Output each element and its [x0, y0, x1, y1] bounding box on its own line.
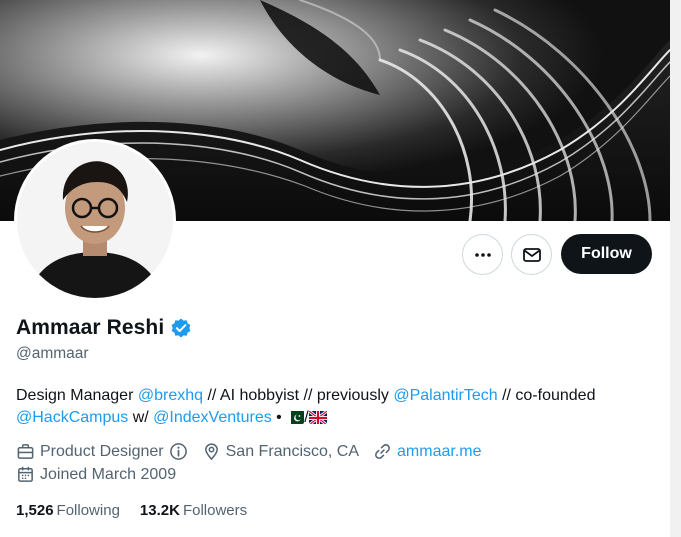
message-button[interactable]	[511, 234, 552, 275]
profile-meta-joined: Joined March 2009	[16, 465, 190, 484]
followers-count: 13.2K	[139, 502, 180, 519]
following-label: Following	[56, 502, 120, 519]
following-count: 1,526	[16, 502, 54, 519]
pakistan-flag-icon	[286, 410, 305, 424]
calendar-icon	[18, 466, 33, 482]
envelope-icon	[522, 247, 541, 262]
follow-stats: 1,526 Following 13.2K Followers	[16, 502, 267, 519]
avatar[interactable]	[17, 142, 173, 298]
scrollbar[interactable]	[670, 0, 681, 537]
more-dots-icon	[474, 252, 491, 257]
website-item[interactable]: ammaar.me	[373, 442, 481, 461]
follow-button[interactable]: Follow	[561, 234, 652, 274]
location-label: San Francisco, CA	[225, 442, 360, 460]
followers-link[interactable]: 13.2K Followers	[140, 502, 247, 519]
mention-link[interactable]: @HackCampus	[16, 409, 128, 426]
mention-link[interactable]: @IndexVentures	[153, 409, 272, 426]
mention-link[interactable]: @PalantirTech	[393, 387, 497, 404]
verified-badge-icon[interactable]	[170, 317, 192, 339]
profession-label: Product Designer	[40, 442, 164, 460]
bio-text: Design Manager	[16, 387, 138, 404]
location-pin-icon	[204, 443, 218, 461]
uk-flag-icon	[308, 410, 327, 424]
bio-text: // co-founded	[497, 387, 596, 404]
joined-item: Joined March 2009	[16, 465, 176, 484]
briefcase-icon	[17, 444, 34, 459]
more-options-button[interactable]	[462, 234, 503, 275]
following-link[interactable]: 1,526 Following	[16, 502, 120, 519]
user-handle: @ammaar	[16, 345, 89, 362]
link-icon	[375, 444, 390, 459]
display-name: Ammaar Reshi	[16, 316, 165, 339]
mention-link[interactable]: @brexhq	[138, 387, 203, 404]
bio-text: •	[271, 409, 287, 426]
profile-meta: Product Designer San Francisco, CA ammaa…	[16, 442, 495, 461]
location-item: San Francisco, CA	[202, 442, 359, 461]
profession-item: Product Designer	[16, 442, 188, 461]
website-link[interactable]: ammaar.me	[397, 443, 481, 461]
joined-label: Joined March 2009	[40, 465, 177, 483]
info-icon[interactable]	[169, 442, 188, 461]
followers-label: Followers	[182, 502, 248, 519]
bio-text: // AI hobbyist // previously	[203, 387, 394, 404]
bio-text: w/	[128, 409, 154, 426]
name-row: Ammaar Reshi	[16, 316, 192, 340]
bio: Design Manager @brexhq // AI hobbyist //…	[16, 385, 666, 429]
